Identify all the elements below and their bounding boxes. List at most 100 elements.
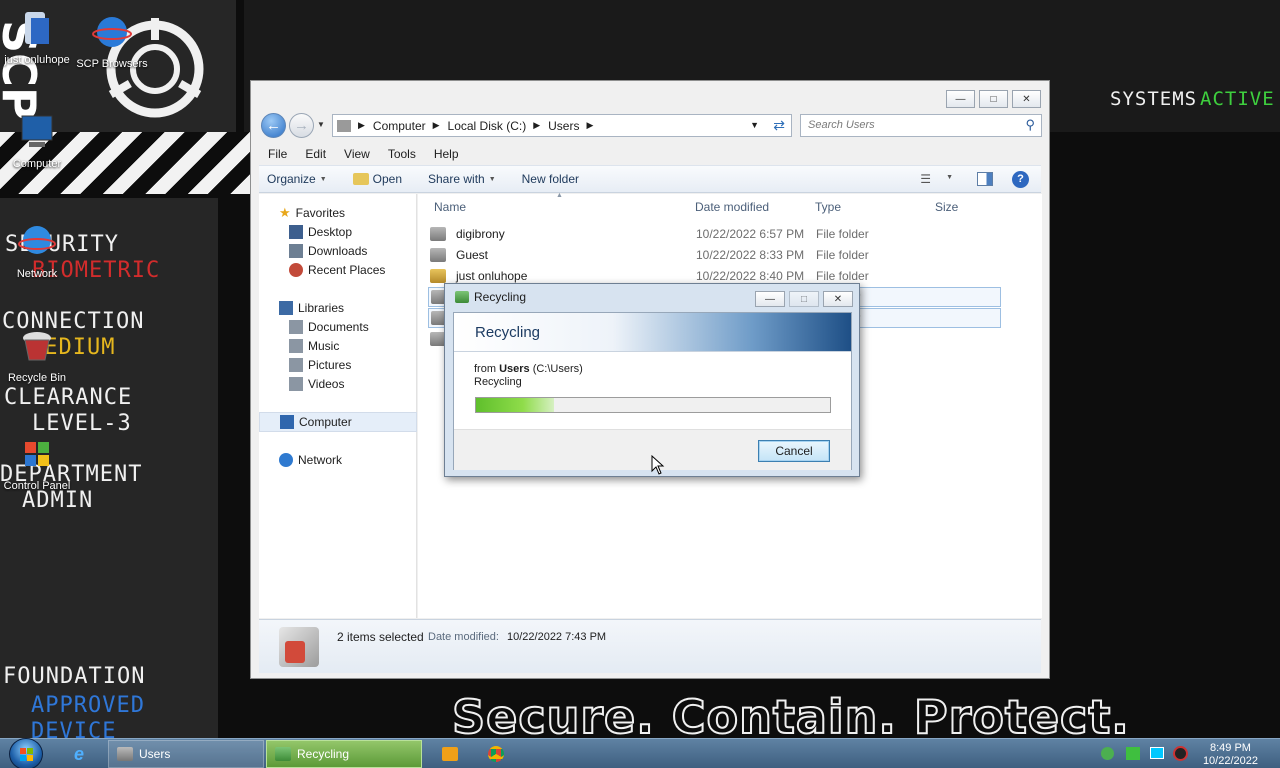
taskbar: e Users Recycling 8:49 PM 10/22/2022 [0,738,1280,768]
column-size[interactable]: Size [935,200,958,214]
back-arrow-icon: ← [266,117,281,134]
taskbar-recycling-window[interactable]: Recycling [266,740,422,768]
display-tray-icon[interactable] [1150,747,1164,759]
nav-computer[interactable]: Computer [259,412,417,432]
window-controls: — □ ✕ [946,90,1041,108]
user-folder-icon [25,12,49,44]
security-check-icon[interactable] [1101,747,1114,760]
nav-favorites[interactable]: ★ Favorites [279,204,435,222]
back-button[interactable]: ← [261,113,286,138]
dialog-title-bar[interactable]: Recycling [455,290,526,304]
taskbar-internet-explorer[interactable]: e [66,740,102,768]
nav-computer-label: Computer [299,415,352,429]
breadcrumb-separator-icon[interactable]: ▶ [433,120,440,131]
dialog-minimize-button[interactable]: — [755,291,785,307]
forward-arrow-icon: → [294,117,309,134]
nav-libraries[interactable]: Libraries [279,299,435,317]
breadcrumb-users[interactable]: Users [548,119,579,133]
folder-icon [117,747,133,761]
wallpaper-level: LEVEL-3 [32,411,132,436]
breadcrumb-separator-icon[interactable]: ▶ [586,120,593,131]
column-date-modified[interactable]: Date modified [695,200,769,214]
cancel-button[interactable]: Cancel [758,440,830,462]
chrome-icon [488,746,504,762]
close-icon: ✕ [833,293,843,305]
dialog-window-controls: — □ ✕ [755,291,853,307]
chevron-down-icon: ▼ [488,175,496,183]
search-input[interactable]: Search Users ⚲ [800,114,1042,137]
nav-libraries-label: Libraries [298,301,345,315]
view-options-dropdown-icon[interactable]: ▼ [946,174,953,181]
breadcrumb-computer[interactable]: Computer [373,119,426,133]
libraries-icon [279,301,293,315]
preview-pane-icon[interactable] [977,172,993,186]
nav-network[interactable]: Network [279,451,435,469]
nav-downloads-label: Downloads [308,244,368,258]
desktop-icon-scp-browsers[interactable]: SCP Browsers [76,12,148,71]
refresh-icon[interactable]: ⇄ [773,117,785,134]
desktop-icon-label: SCP Browsers [76,58,148,70]
browser-globe-icon [92,17,132,47]
file-row[interactable]: digibrony 10/22/2022 6:57 PM File folder [428,224,1008,244]
dialog-close-button[interactable]: ✕ [823,291,853,307]
change-view-icon[interactable]: ☰ [920,172,931,186]
forward-button[interactable]: → [289,113,314,138]
breadcrumb-separator-icon[interactable]: ▶ [533,120,540,131]
desktop-icon-label: Computer [12,158,62,170]
nav-videos-label: Videos [308,377,345,391]
breadcrumb-local-disk[interactable]: Local Disk (C:) [448,119,527,133]
search-icon[interactable]: ⚲ [1025,117,1035,133]
search-placeholder: Search Users [808,119,875,131]
start-button[interactable] [9,738,43,768]
nav-music-label: Music [308,339,340,353]
menu-view[interactable]: View [335,147,379,161]
maximize-button[interactable]: □ [979,90,1008,108]
dialog-header: Recycling [454,313,851,352]
open-button[interactable]: Open [345,172,410,186]
menu-tools[interactable]: Tools [379,147,425,161]
documents-icon [289,320,303,334]
address-dropdown-icon[interactable]: ▼ [750,120,759,130]
taskbar-media-player[interactable] [434,740,470,768]
close-icon: ✕ [1022,93,1031,105]
desktop-icon-computer[interactable]: Computer [1,112,73,171]
selected-items-icon [279,627,319,667]
organize-button[interactable]: Organize ▼ [259,172,335,186]
column-type[interactable]: Type [815,200,841,214]
breadcrumb-separator-icon[interactable]: ▶ [358,120,365,131]
recycle-icon [455,291,469,303]
desktop-icon-recycle-bin[interactable]: Recycle Bin [1,326,73,385]
volume-tray-icon[interactable] [1173,746,1188,761]
menu-edit[interactable]: Edit [296,147,335,161]
desktop-icon-label: Recycle Bin [7,372,67,384]
close-button[interactable]: ✕ [1012,90,1041,108]
file-name: digibrony [456,227,505,241]
taskbar-users-window[interactable]: Users [108,740,264,768]
menu-file[interactable]: File [259,147,296,161]
minimize-button[interactable]: — [946,90,975,108]
control-panel-icon [25,442,49,466]
explorer-title-bar[interactable]: — □ ✕ [251,81,1049,111]
file-name: Guest [456,248,489,262]
clock-date: 10/22/2022 [1202,755,1258,767]
taskbar-chrome[interactable] [480,740,516,768]
column-name[interactable]: Name [434,200,466,214]
share-with-label: Share with [428,172,485,186]
recent-pages-dropdown-icon[interactable]: ▼ [317,120,325,129]
downloads-folder-icon [289,244,303,258]
desktop-icon-control-panel[interactable]: Control Panel [1,434,73,493]
recycle-icon [275,747,291,761]
file-row[interactable]: Guest 10/22/2022 8:33 PM File folder [428,245,1008,265]
menu-help[interactable]: Help [425,147,468,161]
taskbar-clock[interactable]: 8:49 PM 10/22/2022 [1203,742,1258,768]
address-bar[interactable]: ▶ Computer ▶ Local Disk (C:) ▶ Users ▶ ▼… [332,114,792,137]
folder-icon [430,248,446,262]
dialog-maximize-button[interactable]: □ [789,291,819,307]
network-tray-icon[interactable] [1126,747,1140,760]
desktop-icon-network[interactable]: Network [1,222,73,281]
desktop-icon-user-folder[interactable]: just onluhope [1,8,73,67]
recycling-progress-bar [475,397,831,413]
help-icon[interactable]: ? [1012,171,1029,188]
share-with-button[interactable]: Share with ▼ [420,172,504,186]
new-folder-button[interactable]: New folder [514,172,587,186]
